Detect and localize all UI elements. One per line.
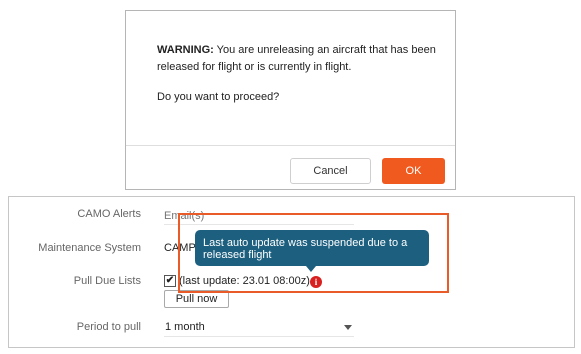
tooltip-arrow [306, 266, 316, 272]
chevron-down-icon [344, 325, 352, 330]
period-to-pull-select[interactable]: 1 month [164, 319, 354, 337]
maintenance-system-label: Maintenance System [38, 242, 141, 254]
warning-message: WARNING: You are unreleasing an aircraft… [157, 42, 442, 76]
period-to-pull-value: 1 month [165, 321, 205, 333]
warning-label: WARNING: [157, 44, 214, 56]
confirm-dialog: WARNING: You are unreleasing an aircraft… [125, 10, 456, 190]
confirm-question: Do you want to proceed? [157, 91, 280, 103]
dialog-divider [126, 145, 455, 146]
period-to-pull-label: Period to pull [76, 321, 141, 333]
ok-button[interactable]: OK [382, 158, 445, 184]
pull-due-lists-label: Pull Due Lists [73, 275, 141, 287]
tooltip: Last auto update was suspended due to a … [195, 230, 429, 266]
pull-due-lists-checkbox[interactable]: ✔ [164, 275, 176, 287]
camo-alerts-label: CAMO Alerts [77, 208, 141, 220]
cancel-button[interactable]: Cancel [290, 158, 371, 184]
